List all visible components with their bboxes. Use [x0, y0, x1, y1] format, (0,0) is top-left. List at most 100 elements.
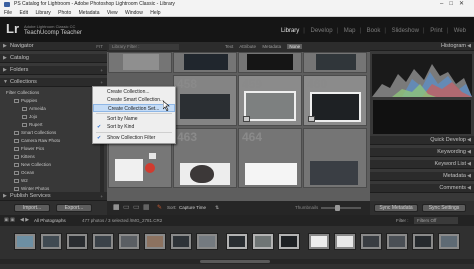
window-controls[interactable]: –□✕ — [440, 0, 470, 9]
filmstrip-thumb[interactable] — [66, 233, 88, 250]
photo-thumbnail[interactable] — [310, 92, 361, 122]
filmstrip-scrollbar[interactable] — [0, 259, 474, 264]
filmstrip-thumb[interactable] — [170, 233, 192, 250]
filmstrip-source[interactable]: All Photographs — [34, 215, 66, 226]
module-slideshow[interactable]: Slideshow — [392, 28, 419, 34]
grid-cell[interactable] — [173, 52, 237, 73]
collection-camera-raw[interactable]: Camera Raw Photo — [0, 137, 107, 144]
metadata-header[interactable]: Metadata ◀ — [370, 172, 474, 181]
filmstrip-thumb[interactable] — [14, 233, 36, 250]
filmstrip-filter-select[interactable]: Filters Off — [414, 217, 458, 224]
keywording-header[interactable]: Keywording ◀ — [370, 148, 474, 157]
publish-services-header[interactable]: ▶ Publish Services + — [0, 192, 107, 201]
filmstrip-thumb[interactable] — [92, 233, 114, 250]
filmstrip-thumb[interactable] — [308, 233, 330, 250]
import-button[interactable]: Import... — [14, 204, 50, 212]
filmstrip-scroll-thumb[interactable] — [200, 260, 270, 263]
collection-flower-pics[interactable]: Flower Pics — [0, 145, 107, 152]
menu-library[interactable]: Library — [35, 10, 50, 16]
filmstrip-thumb[interactable] — [386, 233, 408, 250]
filter-none[interactable]: None — [287, 44, 303, 49]
filter-attribute[interactable]: Attribute — [239, 44, 256, 49]
maximize-icon[interactable]: □ — [449, 1, 459, 7]
module-book[interactable]: Book — [367, 28, 381, 34]
collection-new[interactable]: New Collection — [0, 161, 107, 168]
menu-item-create-collection[interactable]: Create Collection... — [93, 88, 175, 96]
sync-metadata-button[interactable]: Sync Metadata — [374, 204, 418, 212]
minimize-icon[interactable]: – — [440, 1, 449, 7]
sort-select[interactable]: Capture Time — [179, 201, 206, 215]
export-button[interactable]: Export... — [56, 204, 92, 212]
thumbnail-size-slider[interactable] — [321, 205, 361, 211]
module-web[interactable]: Web — [454, 28, 466, 34]
filter-text[interactable]: Text — [225, 44, 233, 49]
add-folder-icon[interactable]: + — [100, 66, 103, 75]
filmstrip-thumb[interactable] — [196, 233, 218, 250]
module-library[interactable]: Library — [281, 28, 299, 34]
compare-view-icon[interactable]: ▭ — [133, 201, 140, 215]
collections-header[interactable]: ▼ Collections + — [0, 78, 107, 87]
menu-view[interactable]: View — [107, 10, 118, 16]
photo-thumbnail[interactable] — [316, 54, 356, 70]
menu-photo[interactable]: Photo — [58, 10, 71, 16]
photo-thumbnail[interactable] — [123, 54, 159, 70]
filmstrip-thumb[interactable] — [412, 233, 434, 250]
filmstrip-thumb[interactable] — [360, 233, 382, 250]
menu-item-show-collection-filter[interactable]: ✔ Show Collection Filter — [93, 134, 175, 142]
collection-ocean[interactable]: Ocean — [0, 169, 107, 176]
navigator-header[interactable]: ▶ Navigator FIT — [0, 42, 107, 51]
grid-cell[interactable]: 464 — [238, 128, 302, 188]
grid-cell[interactable] — [108, 52, 172, 73]
module-develop[interactable]: Develop — [311, 28, 333, 34]
survey-view-icon[interactable]: ▦ — [143, 201, 150, 215]
comments-header[interactable]: Comments ◀ — [370, 184, 474, 193]
painter-icon[interactable]: ✎ — [157, 201, 162, 215]
photo-thumbnail[interactable] — [310, 161, 358, 185]
grid-cell[interactable] — [303, 128, 367, 188]
filmstrip-thumb[interactable] — [118, 233, 140, 250]
collection-w2[interactable]: W2 — [0, 177, 107, 184]
collection-rupert[interactable]: Rupert — [0, 121, 107, 128]
collection-armeida[interactable]: Armeida — [0, 105, 107, 112]
menu-edit[interactable]: Edit — [19, 10, 28, 16]
grid-cell[interactable] — [303, 52, 367, 73]
secondary-display-icon[interactable]: ▣ ▣ — [4, 215, 15, 226]
catalog-header[interactable]: ▶ Catalog — [0, 54, 107, 63]
filmstrip-thumb-selected[interactable] — [278, 233, 300, 250]
filmstrip-thumb-selected[interactable] — [226, 233, 248, 250]
module-map[interactable]: Map — [344, 28, 356, 34]
grid-cell[interactable]: 463 — [173, 128, 237, 188]
photo-thumbnail[interactable] — [180, 94, 230, 119]
photo-thumbnail[interactable] — [184, 54, 228, 70]
filmstrip-thumb[interactable] — [438, 233, 460, 250]
sort-direction-icon[interactable]: ⇅ — [215, 201, 219, 215]
folders-header[interactable]: ▶ Folders + — [0, 66, 107, 75]
collection-kittens[interactable]: Kittens — [0, 153, 107, 160]
histogram-header[interactable]: Histogram ◀ — [370, 42, 474, 51]
photo-thumbnail[interactable] — [245, 163, 297, 185]
menu-help[interactable]: Help — [150, 10, 160, 16]
photo-thumbnail[interactable] — [244, 91, 296, 121]
menu-item-sort-by-kind[interactable]: ✔ Sort by Kind — [93, 123, 175, 131]
collection-winter-photos[interactable]: Winter Photos — [0, 185, 107, 192]
close-icon[interactable]: ✕ — [459, 1, 470, 7]
loupe-view-icon[interactable]: ▭ — [123, 201, 130, 215]
grid-view-icon[interactable]: ▦ — [113, 201, 120, 215]
menu-window[interactable]: Window — [125, 10, 143, 16]
add-publish-icon[interactable]: + — [100, 192, 103, 201]
menu-file[interactable]: File — [4, 10, 12, 16]
keyword-list-header[interactable]: Keyword List ◀ — [370, 160, 474, 169]
filmstrip-thumb[interactable] — [144, 233, 166, 250]
grid-cell-selected[interactable]: 459 — [238, 75, 302, 126]
navigator-fit[interactable]: FIT — [96, 42, 103, 51]
sync-settings-button[interactable]: Sync Settings — [422, 204, 466, 212]
grid-cell-selected[interactable]: 458 — [173, 75, 237, 126]
smart-collections[interactable]: Smart Collections — [0, 129, 107, 136]
filter-metadata[interactable]: Metadata — [262, 44, 281, 49]
menu-item-sort-by-name[interactable]: Sort by Name — [93, 115, 175, 123]
filmstrip-thumb[interactable] — [334, 233, 356, 250]
menu-metadata[interactable]: Metadata — [79, 10, 100, 16]
filmstrip-thumb-selected[interactable] — [252, 233, 274, 250]
back-forward-icon[interactable]: ◀ ▶ — [20, 215, 29, 226]
grid-cell[interactable] — [238, 52, 302, 73]
